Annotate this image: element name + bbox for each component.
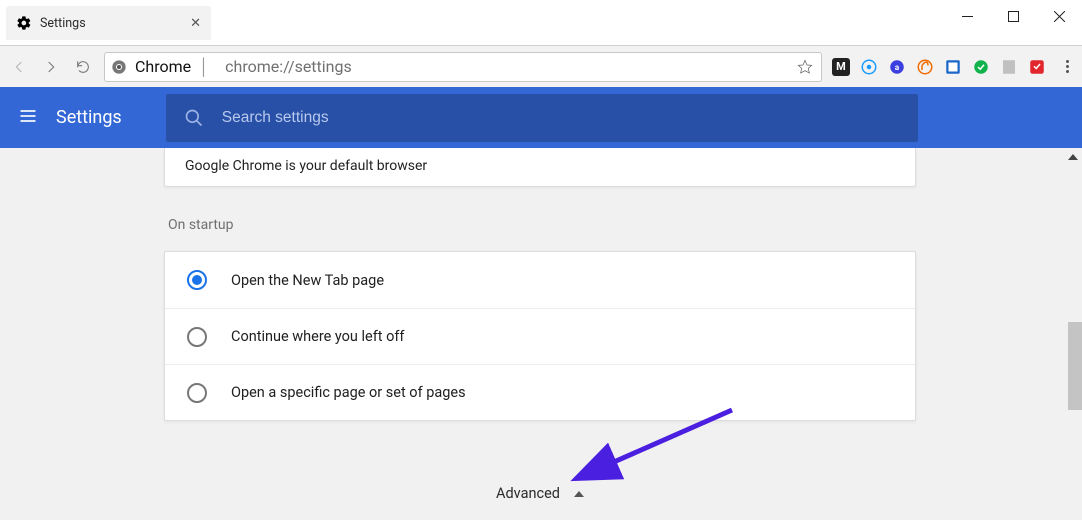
gear-icon xyxy=(16,15,32,31)
settings-header: Settings xyxy=(0,87,1082,148)
close-window-button[interactable] xyxy=(1036,0,1082,32)
svg-text:a: a xyxy=(895,63,900,73)
option-label: Continue where you left off xyxy=(231,328,404,345)
chrome-icon xyxy=(111,59,127,75)
annotation-arrow xyxy=(592,405,752,485)
scroll-up-icon[interactable] xyxy=(1068,154,1078,160)
search-input[interactable] xyxy=(222,109,900,127)
window-controls xyxy=(944,0,1082,32)
bookmark-star-icon[interactable] xyxy=(797,59,813,75)
radio-icon[interactable] xyxy=(187,270,207,290)
minimize-button[interactable] xyxy=(944,0,990,32)
window-titlebar: Settings ✕ xyxy=(0,0,1082,45)
url-text: chrome://settings xyxy=(225,57,352,76)
extension-icon[interactable] xyxy=(860,58,878,76)
caret-up-icon xyxy=(574,491,584,497)
browser-menu-button[interactable] xyxy=(1060,60,1074,73)
menu-button[interactable] xyxy=(18,106,38,130)
extension-icon[interactable] xyxy=(916,58,934,76)
option-label: Open the New Tab page xyxy=(231,272,384,289)
address-bar[interactable]: Chrome│ chrome://settings xyxy=(104,52,822,82)
radio-icon[interactable] xyxy=(187,383,207,403)
back-button[interactable] xyxy=(8,59,30,75)
default-browser-card: Google Chrome is your default browser xyxy=(164,148,916,187)
startup-option-new-tab[interactable]: Open the New Tab page xyxy=(165,252,915,308)
extension-icon[interactable] xyxy=(1028,58,1046,76)
maximize-button[interactable] xyxy=(990,0,1036,32)
option-label: Open a specific page or set of pages xyxy=(231,384,466,401)
search-settings[interactable] xyxy=(166,94,918,142)
startup-option-continue[interactable]: Continue where you left off xyxy=(165,308,915,364)
extension-icon[interactable]: a xyxy=(888,58,906,76)
close-icon[interactable]: ✕ xyxy=(190,16,201,31)
on-startup-card: Open the New Tab page Continue where you… xyxy=(164,251,916,421)
on-startup-label: On startup xyxy=(168,217,916,233)
forward-button[interactable] xyxy=(40,59,62,75)
extension-icon[interactable]: M xyxy=(832,58,850,76)
settings-title: Settings xyxy=(56,107,122,128)
extensions-row: M a xyxy=(832,58,1050,76)
search-icon xyxy=(184,108,204,128)
tab-title: Settings xyxy=(40,16,182,31)
radio-icon[interactable] xyxy=(187,327,207,347)
extension-icon[interactable] xyxy=(972,58,990,76)
browser-toolbar: Chrome│ chrome://settings M a xyxy=(0,45,1082,87)
extension-icon[interactable] xyxy=(944,58,962,76)
default-browser-text: Google Chrome is your default browser xyxy=(185,158,427,174)
scrollbar-thumb[interactable] xyxy=(1068,322,1082,410)
url-origin: Chrome│ xyxy=(135,57,217,77)
browser-tab[interactable]: Settings ✕ xyxy=(6,6,211,40)
reload-button[interactable] xyxy=(72,59,94,75)
advanced-toggle[interactable]: Advanced xyxy=(164,485,916,502)
advanced-label: Advanced xyxy=(496,485,560,502)
extension-icon[interactable] xyxy=(1000,58,1018,76)
settings-content: Google Chrome is your default browser On… xyxy=(0,148,1082,520)
startup-option-specific[interactable]: Open a specific page or set of pages xyxy=(165,364,915,420)
